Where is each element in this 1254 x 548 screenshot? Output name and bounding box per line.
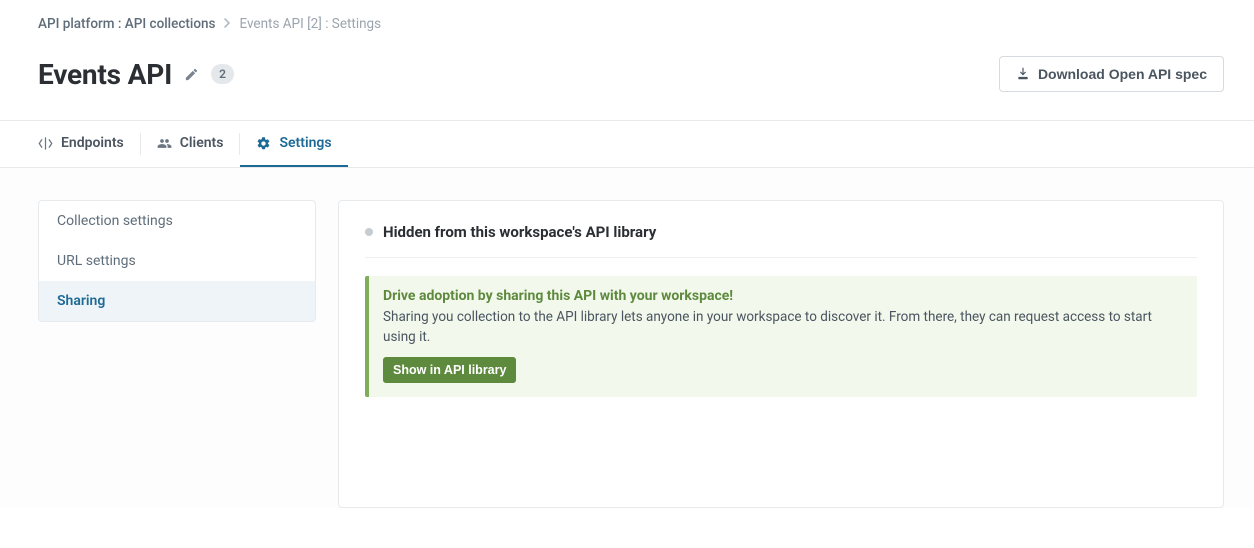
sidebar-item-url-settings[interactable]: URL settings	[39, 241, 315, 281]
section-header: Hidden from this workspace's API library	[365, 223, 1197, 258]
main-panel: Hidden from this workspace's API library…	[338, 200, 1224, 508]
status-dot-icon	[365, 228, 373, 236]
breadcrumb-root[interactable]: API platform : API collections	[38, 16, 215, 32]
edit-icon[interactable]	[184, 67, 199, 82]
tab-endpoints[interactable]: Endpoints	[22, 121, 140, 167]
tabs-bar: Endpoints Clients Settings	[0, 120, 1254, 168]
tab-clients[interactable]: Clients	[141, 121, 240, 167]
section-title: Hidden from this workspace's API library	[383, 223, 656, 241]
tab-clients-label: Clients	[180, 135, 224, 151]
page-title: Events API	[38, 58, 172, 91]
breadcrumb: API platform : API collections Events AP…	[0, 0, 1254, 42]
sidebar-item-collection-settings[interactable]: Collection settings	[39, 201, 315, 241]
download-openapi-button[interactable]: Download Open API spec	[999, 56, 1224, 92]
endpoints-icon	[38, 136, 53, 151]
breadcrumb-current: Events API [2] : Settings	[239, 16, 381, 32]
chevron-right-icon	[223, 17, 231, 31]
notice-headline: Drive adoption by sharing this API with …	[383, 288, 1183, 304]
page-header: Events API 2 Download Open API spec	[0, 42, 1254, 120]
download-openapi-label: Download Open API spec	[1038, 66, 1207, 82]
clients-icon	[157, 136, 172, 151]
tab-settings-label: Settings	[279, 135, 331, 151]
settings-sidebar: Collection settings URL settings Sharing	[38, 200, 316, 322]
content-area: Collection settings URL settings Sharing…	[0, 168, 1254, 508]
settings-icon	[256, 136, 271, 151]
tab-settings[interactable]: Settings	[240, 121, 347, 167]
version-badge: 2	[211, 64, 234, 84]
share-notice: Drive adoption by sharing this API with …	[365, 276, 1197, 397]
download-icon	[1016, 67, 1030, 81]
show-in-library-button[interactable]: Show in API library	[383, 357, 516, 383]
notice-body: Sharing you collection to the API librar…	[383, 308, 1183, 347]
sidebar-item-sharing[interactable]: Sharing	[39, 281, 315, 321]
tab-endpoints-label: Endpoints	[61, 135, 124, 151]
